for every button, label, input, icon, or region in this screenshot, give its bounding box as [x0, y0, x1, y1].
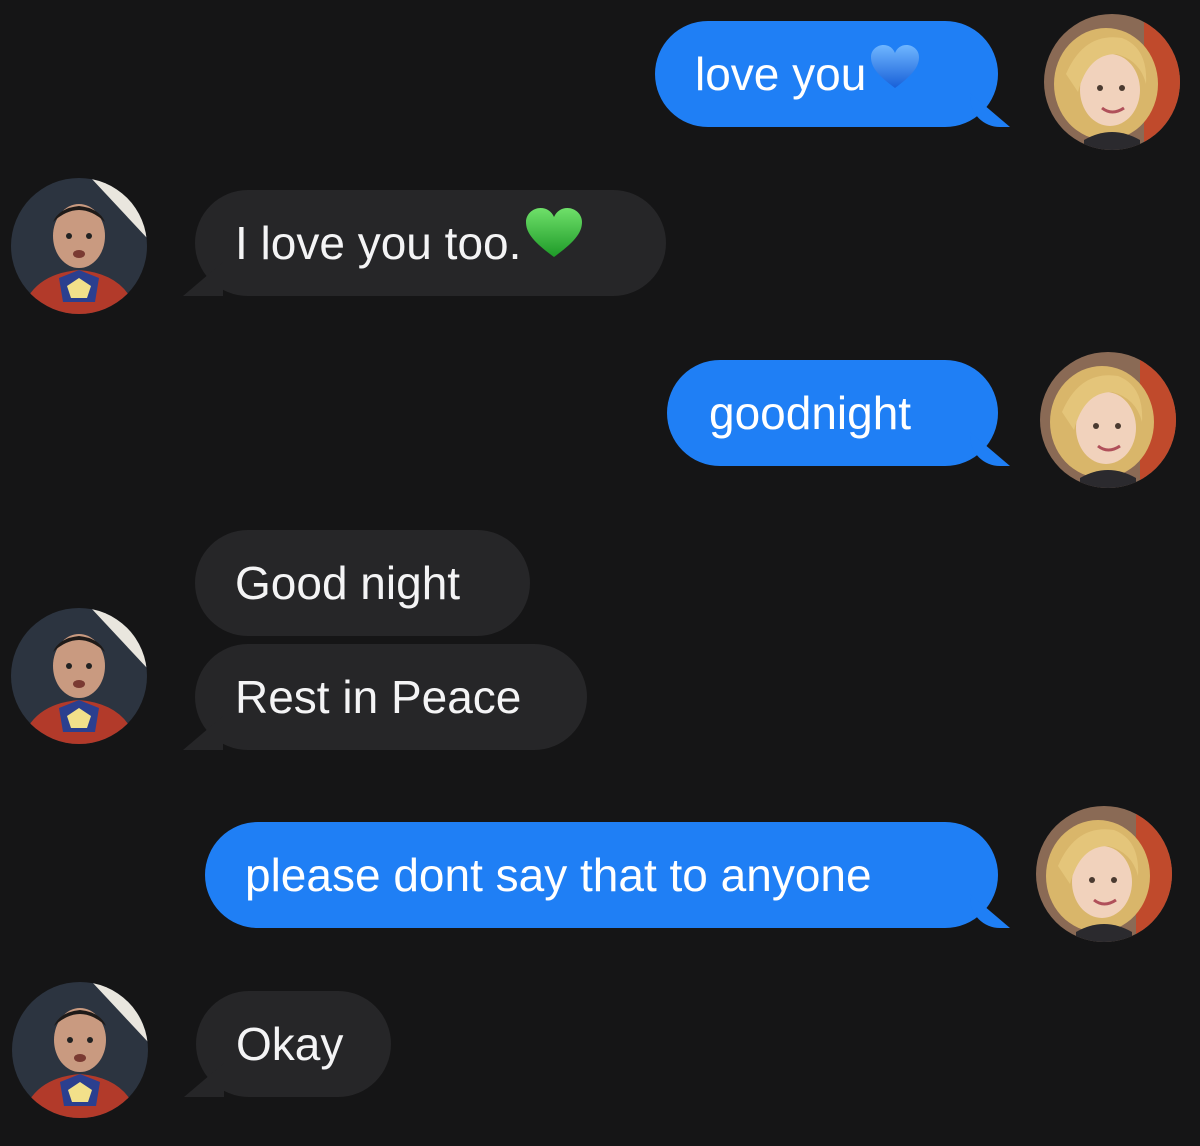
received-message-bubble[interactable]: Good night	[195, 530, 530, 636]
message-text: Rest in Peace	[235, 671, 522, 723]
contact-avatar[interactable]	[11, 608, 147, 744]
sender-avatar[interactable]	[1036, 806, 1172, 942]
message-text: Okay	[236, 1018, 344, 1070]
contact-avatar[interactable]	[11, 178, 147, 314]
green-heart-icon	[525, 190, 583, 296]
message-text: please dont say that to anyone	[245, 849, 872, 901]
sent-message-bubble[interactable]: please dont say that to anyone	[205, 822, 998, 928]
message-thread: love you I love you too. goodnight Good …	[0, 0, 1200, 1146]
sender-avatar[interactable]	[1040, 352, 1176, 488]
received-message-bubble[interactable]: Okay	[196, 991, 391, 1097]
sender-avatar[interactable]	[1044, 14, 1180, 150]
message-text: I love you too.	[235, 217, 522, 269]
message-text: goodnight	[709, 387, 912, 439]
sent-message-bubble[interactable]: goodnight	[667, 360, 998, 466]
message-text: love you	[695, 48, 867, 100]
received-message-bubble[interactable]: Rest in Peace	[195, 644, 587, 750]
blue-heart-icon	[870, 21, 920, 127]
sent-message-bubble[interactable]: love you	[655, 21, 998, 127]
contact-avatar[interactable]	[12, 982, 148, 1118]
message-text: Good night	[235, 557, 461, 609]
received-message-bubble[interactable]: I love you too.	[195, 190, 666, 296]
